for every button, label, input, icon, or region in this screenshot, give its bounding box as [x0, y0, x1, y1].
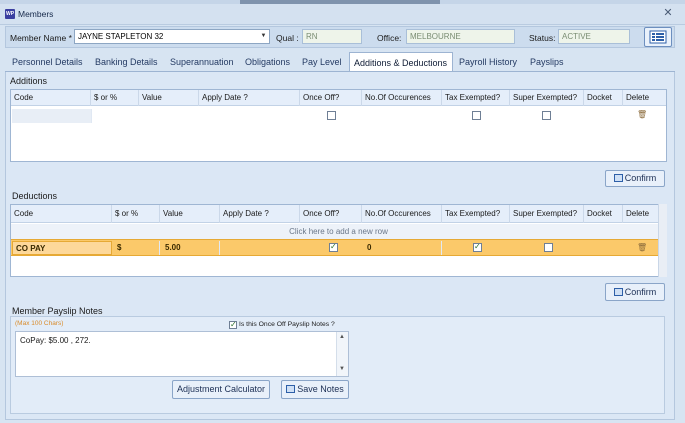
save-icon — [613, 174, 623, 182]
once-off-checkbox[interactable] — [327, 111, 336, 120]
save-notes-button[interactable]: Save Notes — [281, 380, 349, 399]
list-icon — [649, 30, 667, 44]
confirm-label: Confirm — [624, 173, 657, 183]
col-unit[interactable]: $ or % — [112, 205, 160, 223]
top-edge-handle[interactable] — [240, 0, 440, 4]
col-apply-date[interactable]: Apply Date ? — [199, 90, 300, 106]
additions-title: Additions — [10, 76, 48, 86]
payslip-notes-textarea[interactable]: CoPay: $5.00 , 272. — [15, 331, 349, 377]
office-field[interactable]: MELBOURNE — [406, 29, 515, 44]
row-code-cell[interactable]: CO PAY — [12, 241, 112, 255]
close-icon[interactable]: ✕ — [662, 7, 674, 19]
col-delete[interactable]: Delete — [623, 90, 666, 106]
super-exempted-checkbox[interactable] — [542, 111, 551, 120]
tab-banking-details[interactable]: Banking Details — [91, 52, 162, 72]
once-off-checkbox[interactable] — [329, 242, 338, 252]
adjustment-calculator-button[interactable]: Adjustment Calculator — [172, 380, 270, 399]
notes-scrollbar[interactable]: ▲ ▼ — [336, 332, 348, 376]
member-name-label: Member Name * — [10, 33, 72, 43]
status-label: Status: — [529, 33, 556, 43]
additions-grid[interactable]: Code $ or % Value Apply Date ? Once Off?… — [10, 89, 667, 162]
max-chars-hint: (Max 100 Chars) — [15, 320, 64, 327]
scroll-up-icon[interactable]: ▲ — [339, 334, 345, 340]
col-tax-exempted[interactable]: Tax Exempted? — [442, 205, 510, 223]
tax-exempted-checkbox[interactable] — [473, 242, 482, 252]
tab-personnel-details[interactable]: Personnel Details — [8, 52, 87, 72]
save-notes-label: Save Notes — [297, 384, 344, 394]
table-row[interactable]: 🗑 — [11, 108, 666, 124]
deductions-grid[interactable]: Code $ or % Value Apply Date ? Once Off?… — [10, 204, 667, 277]
row-value-cell[interactable]: 5.00 — [162, 241, 220, 255]
tab-payslips[interactable]: Payslips — [526, 52, 568, 72]
qual-label: Qual : — [276, 33, 299, 43]
deductions-title: Deductions — [12, 191, 58, 201]
confirm-label: Confirm — [624, 287, 657, 297]
col-code[interactable]: Code — [11, 90, 91, 106]
chevron-down-icon[interactable]: ▼ — [258, 29, 269, 44]
additions-grid-header: Code $ or % Value Apply Date ? Once Off?… — [11, 90, 666, 106]
row-unit-cell[interactable]: $ — [114, 241, 160, 255]
col-code[interactable]: Code — [11, 205, 112, 223]
tab-superannuation[interactable]: Superannuation — [166, 52, 238, 72]
tab-pay-level[interactable]: Pay Level — [298, 52, 346, 72]
tax-exempted-checkbox[interactable] — [472, 111, 481, 120]
scroll-down-icon[interactable]: ▼ — [339, 366, 345, 372]
col-once-off[interactable]: Once Off? — [300, 90, 362, 106]
tab-additions-deductions[interactable]: Additions & Deductions — [349, 52, 453, 72]
col-super-exempted[interactable]: Super Exempted? — [510, 205, 584, 223]
row-occurences-cell[interactable]: 0 — [364, 241, 442, 255]
col-value[interactable]: Value — [139, 90, 199, 106]
col-tax-exempted[interactable]: Tax Exempted? — [442, 90, 510, 106]
col-super-exempted[interactable]: Super Exempted? — [510, 90, 584, 106]
col-occurences[interactable]: No.Of Occurences — [362, 90, 442, 106]
tab-obligations[interactable]: Obligations — [241, 52, 294, 72]
table-row[interactable]: CO PAY $ 5.00 0 🗑 — [11, 239, 666, 256]
col-value[interactable]: Value — [160, 205, 220, 223]
notes-title: Member Payslip Notes — [12, 306, 103, 316]
tab-payroll-history[interactable]: Payroll History — [455, 52, 521, 72]
once-off-notes-checkbox[interactable] — [229, 320, 237, 329]
status-field[interactable]: ACTIVE — [558, 29, 630, 44]
save-icon — [613, 288, 623, 296]
row-code-cell[interactable] — [12, 109, 92, 123]
col-occurences[interactable]: No.Of Occurences — [362, 205, 442, 223]
deductions-scrollbar[interactable] — [658, 204, 667, 277]
window-title: Members — [18, 9, 54, 19]
once-off-notes-label[interactable]: Is this Once Off Payslip Notes ? — [239, 321, 335, 328]
save-icon — [286, 385, 296, 393]
qual-field[interactable]: RN — [302, 29, 362, 44]
app-icon: WP — [5, 9, 15, 19]
add-row-hint[interactable]: Click here to add a new row — [11, 224, 666, 239]
member-name-select[interactable]: JAYNE STAPLETON 32 — [74, 29, 270, 44]
delete-icon[interactable]: 🗑 — [637, 110, 647, 119]
delete-icon[interactable]: 🗑 — [637, 243, 647, 252]
col-unit[interactable]: $ or % — [91, 90, 139, 106]
deductions-confirm-button[interactable]: Confirm — [605, 283, 665, 301]
deductions-grid-header: Code $ or % Value Apply Date ? Once Off?… — [11, 205, 666, 223]
col-docket[interactable]: Docket — [584, 90, 623, 106]
super-exempted-checkbox[interactable] — [544, 243, 553, 252]
additions-confirm-button[interactable]: Confirm — [605, 170, 665, 187]
col-apply-date[interactable]: Apply Date ? — [220, 205, 300, 223]
payslip-notes-text: CoPay: $5.00 , 272. — [20, 336, 91, 345]
col-docket[interactable]: Docket — [584, 205, 623, 223]
col-once-off[interactable]: Once Off? — [300, 205, 362, 223]
member-list-button[interactable] — [644, 27, 672, 47]
office-label: Office: — [377, 33, 402, 43]
